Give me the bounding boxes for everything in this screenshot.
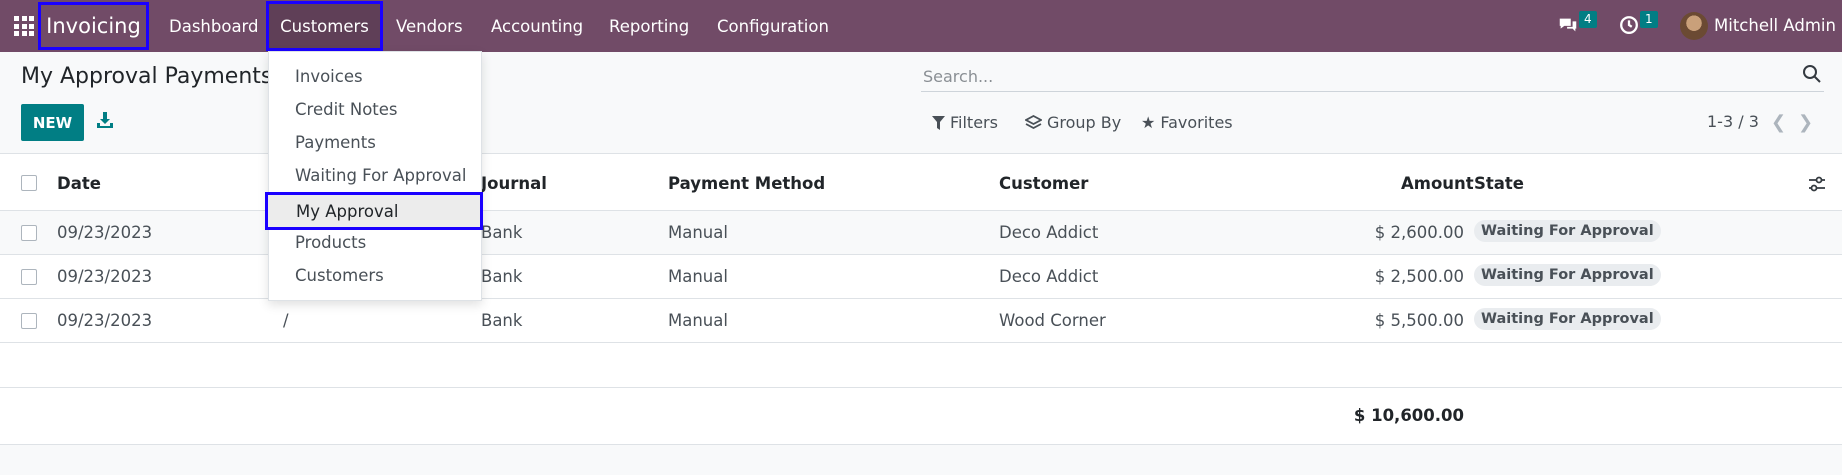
avatar[interactable] <box>1680 12 1708 40</box>
row-number: / <box>283 311 289 330</box>
dropdown-item-my-approval[interactable]: My Approval <box>265 192 483 230</box>
row-amount: $ 2,600.00 <box>1374 223 1464 242</box>
activities-count-badge: 1 <box>1640 11 1658 28</box>
dropdown-item-credit-notes[interactable]: Credit Notes <box>269 93 481 126</box>
messages-count-badge: 4 <box>1579 11 1597 28</box>
column-header-journal[interactable]: Journal <box>481 174 547 193</box>
row-payment-method: Manual <box>668 311 728 330</box>
select-all-checkbox[interactable] <box>21 175 37 191</box>
state-badge: Waiting For Approval <box>1474 308 1661 330</box>
row-date: 09/23/2023 <box>57 311 153 330</box>
page-title: My Approval Payments <box>21 64 273 89</box>
dropdown-item-waiting-for-approval[interactable]: Waiting For Approval <box>269 159 481 192</box>
row-customer: Deco Addict <box>999 223 1099 242</box>
dropdown-item-payments[interactable]: Payments <box>269 126 481 159</box>
pager-next-icon[interactable]: ❯ <box>1798 112 1813 133</box>
table-row[interactable]: 09/23/2023 / Bank Manual Wood Corner $ 5… <box>0 299 1842 343</box>
star-icon: ★ <box>1141 113 1156 132</box>
menu-dashboard[interactable]: Dashboard <box>169 0 259 52</box>
menu-reporting[interactable]: Reporting <box>609 0 689 52</box>
row-checkbox[interactable] <box>21 313 37 329</box>
column-header-amount[interactable]: Amount <box>1401 174 1474 193</box>
menu-customers[interactable]: Customers <box>266 1 383 51</box>
layers-icon <box>1025 114 1042 129</box>
column-header-customer[interactable]: Customer <box>999 174 1088 193</box>
filters-label: Filters <box>950 113 998 132</box>
top-navbar: Invoicing Dashboard Customers Vendors Ac… <box>0 0 1842 52</box>
pager-previous-icon[interactable]: ❮ <box>1771 112 1786 133</box>
chat-icon[interactable] <box>1557 14 1579 36</box>
group-by-button[interactable]: Group By <box>1025 113 1121 132</box>
column-header-state[interactable]: State <box>1474 174 1524 193</box>
filter-icon <box>932 115 945 130</box>
row-amount: $ 5,500.00 <box>1374 311 1464 330</box>
row-journal: Bank <box>481 311 523 330</box>
search-bar <box>921 60 1824 92</box>
clock-icon[interactable] <box>1618 14 1640 36</box>
total-amount: $ 10,600.00 <box>1353 406 1464 425</box>
download-icon[interactable] <box>96 111 114 129</box>
row-customer: Deco Addict <box>999 267 1099 286</box>
row-journal: Bank <box>481 267 523 286</box>
filters-button[interactable]: Filters <box>932 113 998 132</box>
row-date: 09/23/2023 <box>57 223 153 242</box>
column-header-payment-method[interactable]: Payment Method <box>668 174 825 193</box>
dropdown-item-products[interactable]: Products <box>269 226 481 259</box>
row-payment-method: Manual <box>668 267 728 286</box>
row-date: 09/23/2023 <box>57 267 153 286</box>
dropdown-item-customers[interactable]: Customers <box>269 259 481 292</box>
column-header-date[interactable]: Date <box>57 174 101 193</box>
state-badge: Waiting For Approval <box>1474 264 1661 286</box>
row-customer: Wood Corner <box>999 311 1106 330</box>
app-name[interactable]: Invoicing <box>38 2 149 50</box>
group-by-label: Group By <box>1047 113 1122 132</box>
row-amount: $ 2,500.00 <box>1374 267 1464 286</box>
pager-value[interactable]: 1-3 / 3 <box>1707 112 1759 131</box>
row-checkbox[interactable] <box>21 225 37 241</box>
row-payment-method: Manual <box>668 223 728 242</box>
search-icon[interactable] <box>1802 64 1822 84</box>
menu-configuration[interactable]: Configuration <box>717 0 829 52</box>
favorites-button[interactable]: ★ Favorites <box>1141 113 1233 132</box>
row-checkbox[interactable] <box>21 269 37 285</box>
state-badge: Waiting For Approval <box>1474 220 1661 242</box>
menu-accounting[interactable]: Accounting <box>491 0 583 52</box>
row-journal: Bank <box>481 223 523 242</box>
new-button[interactable]: NEW <box>21 104 84 141</box>
totals-row: $ 10,600.00 <box>0 387 1842 445</box>
favorites-label: Favorites <box>1160 113 1233 132</box>
user-name[interactable]: Mitchell Admin <box>1714 16 1836 35</box>
menu-vendors[interactable]: Vendors <box>396 0 463 52</box>
search-input[interactable] <box>923 64 1763 88</box>
optional-columns-icon[interactable] <box>1808 176 1826 192</box>
apps-grid-icon[interactable] <box>14 16 34 36</box>
customers-dropdown-menu: Invoices Credit Notes Payments Waiting F… <box>265 51 483 301</box>
dropdown-item-invoices[interactable]: Invoices <box>269 60 481 93</box>
